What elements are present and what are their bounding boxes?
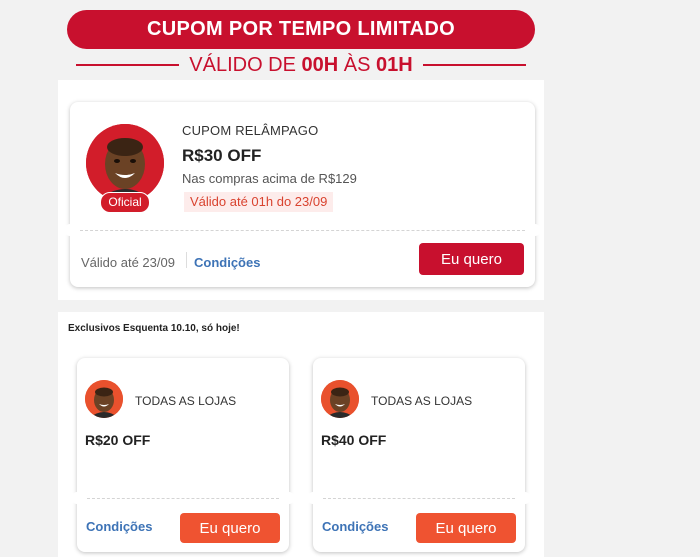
conditions-link[interactable]: Condições <box>194 255 260 270</box>
coupon-card: TODAS AS LOJAS R$20 OFF Condições Eu que… <box>71 358 295 552</box>
person-avatar-icon <box>86 124 164 202</box>
store-label: TODAS AS LOJAS <box>371 394 473 408</box>
coupon-condition: Nas compras acima de R$129 <box>182 171 357 186</box>
validity-end: 01H <box>376 53 413 76</box>
validity-prefix: VÁLIDO DE <box>189 53 302 76</box>
ticket-divider <box>87 498 279 499</box>
ticket-notch-right <box>519 492 531 504</box>
person-avatar-icon <box>85 380 123 418</box>
official-badge: Oficial <box>100 192 150 213</box>
flash-coupon-card: Oficial CUPOM RELÂMPAGO R$30 OFF Nas com… <box>64 102 541 287</box>
flash-coupon-panel: Oficial CUPOM RELÂMPAGO R$30 OFF Nas com… <box>58 80 544 300</box>
ticket-notch-left <box>71 492 83 504</box>
claim-coupon-button[interactable]: Eu quero <box>416 513 516 543</box>
coupon-amount: R$40 OFF <box>321 432 387 448</box>
ticket-divider <box>323 498 515 499</box>
claim-coupon-button[interactable]: Eu quero <box>180 513 280 543</box>
validity-badge: Válido até 01h do 23/09 <box>184 192 334 212</box>
divider-right <box>422 64 526 66</box>
footer-separator <box>186 252 187 268</box>
section-title: Exclusivos Esquenta 10.10, só hoje! <box>68 323 240 334</box>
coupon-card: TODAS AS LOJAS R$40 OFF Condições Eu que… <box>307 358 531 552</box>
store-avatar-icon <box>86 124 164 202</box>
footer-validity: Válido até 23/09 <box>81 255 175 270</box>
person-avatar-icon <box>321 380 359 418</box>
store-label: TODAS AS LOJAS <box>135 394 237 408</box>
validity-row: VÁLIDO DE 00H ÀS 01H <box>76 52 526 78</box>
ticket-divider <box>80 230 525 231</box>
ticket-notch-left <box>64 224 76 236</box>
conditions-link[interactable]: Condições <box>322 519 388 534</box>
ticket-notch-right <box>283 492 295 504</box>
store-avatar-icon <box>321 380 359 418</box>
store-avatar-icon <box>85 380 123 418</box>
validity-middle: ÀS <box>338 53 377 76</box>
coupon-type-label: CUPOM RELÂMPAGO <box>182 123 319 138</box>
banner-title: CUPOM POR TEMPO LIMITADO <box>147 18 455 40</box>
validity-start: 00H <box>301 53 339 76</box>
ticket-notch-right <box>529 224 541 236</box>
validity-text: VÁLIDO DE 00H ÀS 01H <box>179 54 422 77</box>
ticket-notch-left <box>307 492 319 504</box>
divider-left <box>76 64 180 66</box>
coupon-amount: R$30 OFF <box>182 146 262 165</box>
conditions-link[interactable]: Condições <box>86 519 152 534</box>
coupon-amount: R$20 OFF <box>85 432 151 448</box>
exclusive-coupons-panel: Exclusivos Esquenta 10.10, só hoje! TODA… <box>58 312 544 557</box>
claim-coupon-button[interactable]: Eu quero <box>419 243 524 275</box>
promo-banner: CUPOM POR TEMPO LIMITADO <box>67 10 535 49</box>
